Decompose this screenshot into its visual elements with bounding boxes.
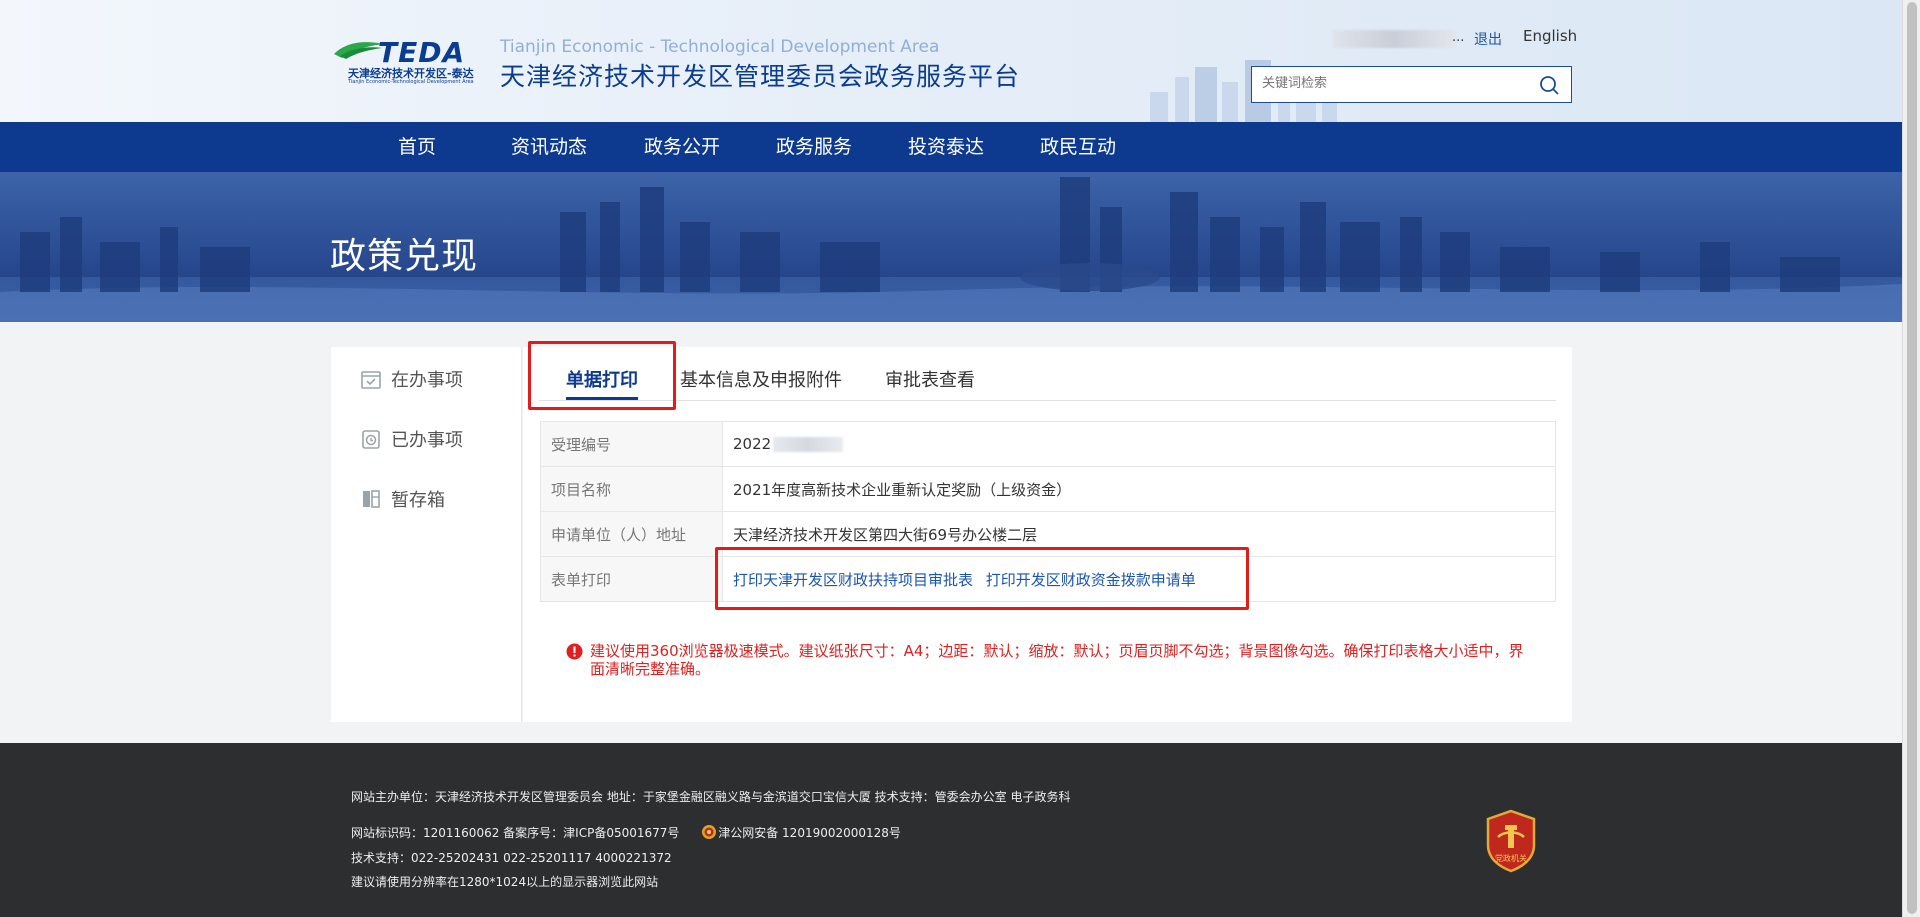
search-icon[interactable] — [1539, 75, 1559, 95]
scrollbar-thumb[interactable] — [1907, 2, 1917, 914]
gov-agency-badge-icon[interactable]: 党政机关 — [1484, 809, 1538, 873]
clock-icon — [362, 430, 380, 449]
sidebar-item-completed[interactable]: 已办事项 — [361, 424, 463, 454]
sidebar-item-label: 在办事项 — [391, 370, 463, 391]
page-scrollbar[interactable] — [1902, 0, 1920, 917]
nav-item-gov-affairs[interactable]: 政务公开 — [644, 122, 720, 172]
footer-registration: 网站标识码：1201160062 备案序号：津ICP备05001677号 津公网… — [351, 824, 901, 841]
table-row: 受理编号 2022 — [540, 421, 1556, 467]
sidebar-item-label: 暂存箱 — [391, 490, 445, 511]
city-skyline-illustration — [0, 177, 1902, 322]
footer-host-info: 网站主办单位：天津经济技术开发区管理委员会 地址：于家堡金融区融义路与金滨道交口… — [351, 790, 1071, 804]
footer-resolution-tip: 建议请使用分辨率在1280*1024以上的显示器浏览此网站 — [351, 875, 659, 889]
search-box — [1251, 66, 1572, 103]
search-input[interactable] — [1262, 76, 1522, 91]
site-title-chinese: 天津经济技术开发区管理委员会政务服务平台 — [500, 62, 1021, 91]
nav-item-gov-service[interactable]: 政务服务 — [776, 122, 852, 172]
username-ellipsis: ... — [1452, 30, 1465, 45]
site-header: TEDA 天津经济技术开发区-泰达 Tianjin Economic-Techn… — [0, 0, 1902, 122]
main-content: 单据打印 基本信息及申报附件 审批表查看 受理编号 2022 项目名称 2021… — [523, 347, 1572, 722]
english-link[interactable]: English — [1523, 27, 1577, 45]
print-notice: 建议使用360浏览器极速模式。建议纸张尺寸：A4；边距：默认；缩放：默认；页眉页… — [566, 642, 1531, 678]
username-redacted — [1333, 30, 1455, 48]
page-title: 政策兑现 — [330, 236, 479, 277]
main-nav: 首页 资讯动态 政务公开 政务服务 投资泰达 政民互动 — [0, 122, 1902, 172]
nav-item-home[interactable]: 首页 — [398, 122, 436, 172]
sidebar: 在办事项 已办事项 暂存箱 — [331, 347, 522, 722]
alert-icon — [566, 643, 583, 660]
calendar-icon — [361, 371, 381, 389]
tab-approval-form-view[interactable]: 审批表查看 — [885, 361, 975, 401]
tab-divider — [539, 400, 1556, 401]
highlight-box-print-links — [715, 547, 1249, 610]
row-label: 项目名称 — [540, 466, 723, 512]
logout-link[interactable]: 退出 — [1474, 29, 1502, 49]
sidebar-item-label: 已办事项 — [391, 430, 463, 451]
tab-basic-info-attachments[interactable]: 基本信息及申报附件 — [680, 361, 842, 401]
row-label: 申请单位（人）地址 — [540, 511, 723, 557]
nav-item-news[interactable]: 资讯动态 — [511, 122, 587, 172]
footer-tech-support: 技术支持：022-25202431 022-25201117 400022137… — [351, 851, 672, 865]
logo-english-name: Tianjin Economic-Technological Developme… — [348, 79, 474, 85]
acceptance-number-redacted — [773, 437, 844, 452]
row-value: 2022 — [722, 421, 1556, 467]
row-label: 受理编号 — [540, 421, 723, 467]
gov-badge-label: 党政机关 — [1495, 853, 1527, 863]
sidebar-item-in-progress[interactable]: 在办事项 — [361, 364, 463, 394]
row-label: 表单打印 — [540, 556, 723, 602]
nav-item-interaction[interactable]: 政民互动 — [1040, 122, 1116, 172]
box-icon — [363, 490, 380, 508]
project-name: 2021年度高新技术企业重新认定奖励（上级资金） — [722, 466, 1556, 512]
footer-icp: 网站标识码：1201160062 备案序号：津ICP备05001677号 — [351, 826, 680, 840]
highlight-box-tab — [528, 341, 676, 410]
nav-item-invest[interactable]: 投资泰达 — [908, 122, 984, 172]
sidebar-item-drafts[interactable]: 暂存箱 — [361, 484, 445, 514]
acceptance-number: 2022 — [733, 435, 772, 453]
page-banner: 政策兑现 — [0, 172, 1902, 322]
teda-logo[interactable]: TEDA 天津经济技术开发区-泰达 Tianjin Economic-Techn… — [334, 36, 490, 86]
table-row: 项目名称 2021年度高新技术企业重新认定奖励（上级资金） — [540, 466, 1556, 512]
notice-text: 建议使用360浏览器极速模式。建议纸张尺寸：A4；边距：默认；缩放：默认；页眉页… — [590, 642, 1524, 678]
logo-wing-icon — [334, 42, 384, 59]
site-title-english: Tianjin Economic - Technological Develop… — [500, 37, 940, 57]
police-badge-icon — [702, 825, 717, 839]
site-footer: 网站主办单位：天津经济技术开发区管理委员会 地址：于家堡金融区融义路与金滨道交口… — [0, 743, 1902, 917]
footer-police-record[interactable]: 津公网安备 12019002000128号 — [701, 825, 901, 840]
